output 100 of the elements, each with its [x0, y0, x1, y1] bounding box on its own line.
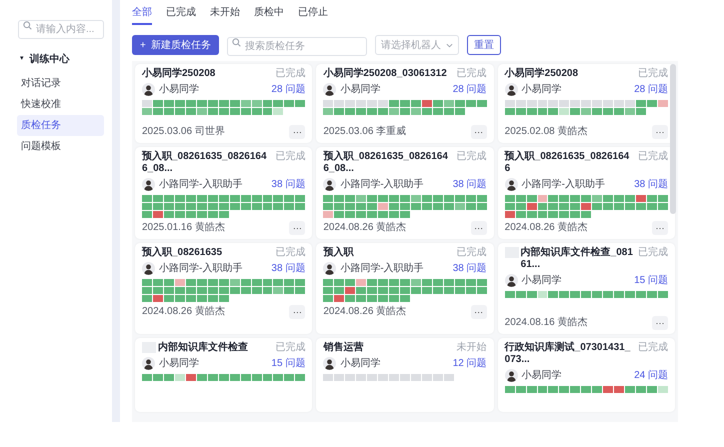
result-cell[interactable]: [262, 100, 272, 107]
result-cell[interactable]: [614, 100, 624, 107]
result-cell[interactable]: [218, 203, 229, 210]
more-button[interactable]: ···: [470, 304, 487, 318]
result-cell[interactable]: [378, 279, 388, 286]
result-cell[interactable]: [570, 386, 580, 393]
result-cell[interactable]: [186, 108, 196, 115]
result-cell[interactable]: [356, 100, 366, 107]
result-cell[interactable]: [323, 211, 334, 218]
result-cell[interactable]: [174, 211, 185, 218]
tab[interactable]: 全部: [132, 6, 152, 25]
result-cell[interactable]: [334, 374, 344, 381]
result-cell[interactable]: [476, 279, 487, 286]
result-cell[interactable]: [152, 195, 163, 202]
result-cell[interactable]: [152, 108, 163, 115]
result-cell[interactable]: [581, 100, 592, 107]
result-cell[interactable]: [208, 295, 218, 302]
result-cell[interactable]: [614, 386, 624, 393]
result-cell[interactable]: [345, 195, 356, 202]
result-cell[interactable]: [636, 195, 646, 202]
result-cell[interactable]: [186, 279, 196, 286]
result-cell[interactable]: [345, 203, 356, 210]
result-cell[interactable]: [152, 295, 163, 302]
result-cell[interactable]: [196, 295, 207, 302]
result-cell[interactable]: [345, 374, 356, 381]
result-cell[interactable]: [400, 279, 410, 286]
result-cell[interactable]: [273, 100, 284, 107]
result-cell[interactable]: [570, 291, 580, 298]
result-cell[interactable]: [476, 100, 487, 107]
result-cell[interactable]: [273, 203, 284, 210]
result-cell[interactable]: [295, 374, 306, 381]
result-cell[interactable]: [526, 195, 537, 202]
result-cell[interactable]: [240, 108, 251, 115]
result-cell[interactable]: [476, 287, 487, 294]
result-cell[interactable]: [367, 100, 378, 107]
result-cell[interactable]: [323, 374, 334, 381]
result-cell[interactable]: [389, 374, 399, 381]
result-cell[interactable]: [356, 295, 366, 302]
result-cell[interactable]: [164, 108, 174, 115]
result-cell[interactable]: [142, 287, 152, 294]
result-cell[interactable]: [454, 279, 465, 286]
result-cell[interactable]: [625, 108, 636, 115]
result-cell[interactable]: [658, 100, 668, 107]
result-cell[interactable]: [284, 195, 294, 202]
result-cell[interactable]: [142, 108, 152, 115]
result-cell[interactable]: [174, 279, 185, 286]
result-cell[interactable]: [252, 195, 262, 202]
result-cell[interactable]: [164, 211, 174, 218]
result-cell[interactable]: [164, 100, 174, 107]
result-cell[interactable]: [504, 108, 515, 115]
result-cell[interactable]: [218, 287, 229, 294]
result-cell[interactable]: [559, 108, 570, 115]
result-cell[interactable]: [218, 279, 229, 286]
result-cell[interactable]: [262, 195, 272, 202]
result-cell[interactable]: [516, 100, 526, 107]
result-cell[interactable]: [142, 211, 152, 218]
result-cell[interactable]: [603, 100, 614, 107]
result-cell[interactable]: [538, 386, 548, 393]
result-cell[interactable]: [345, 108, 356, 115]
result-cell[interactable]: [218, 211, 229, 218]
result-cell[interactable]: [196, 195, 207, 202]
result-cell[interactable]: [367, 295, 378, 302]
result-cell[interactable]: [367, 279, 378, 286]
result-cell[interactable]: [218, 295, 229, 302]
result-cell[interactable]: [466, 195, 476, 202]
result-cell[interactable]: [538, 195, 548, 202]
result-cell[interactable]: [625, 291, 636, 298]
result-cell[interactable]: [334, 287, 344, 294]
sidebar-item[interactable]: 问题模板: [17, 136, 104, 157]
result-cell[interactable]: [240, 374, 251, 381]
result-cell[interactable]: [410, 279, 421, 286]
more-button[interactable]: ···: [470, 220, 487, 234]
tab[interactable]: 未开始: [210, 6, 240, 25]
tab[interactable]: 质检中: [254, 6, 284, 25]
result-cell[interactable]: [218, 108, 229, 115]
result-cell[interactable]: [400, 100, 410, 107]
result-cell[interactable]: [410, 100, 421, 107]
result-cell[interactable]: [538, 108, 548, 115]
result-cell[interactable]: [410, 287, 421, 294]
result-cell[interactable]: [389, 108, 399, 115]
result-cell[interactable]: [444, 195, 454, 202]
result-cell[interactable]: [196, 211, 207, 218]
result-cell[interactable]: [345, 287, 356, 294]
result-cell[interactable]: [603, 108, 614, 115]
result-cell[interactable]: [186, 295, 196, 302]
search-field[interactable]: 请输入内容...: [18, 20, 104, 39]
question-count[interactable]: 38 问题: [452, 261, 487, 276]
question-count[interactable]: 38 问题: [452, 177, 487, 192]
result-cell[interactable]: [284, 287, 294, 294]
result-cell[interactable]: [378, 211, 388, 218]
result-cell[interactable]: [603, 291, 614, 298]
result-cell[interactable]: [548, 100, 558, 107]
task-card[interactable]: 预入职_08261635 已完成 小路同学-入职助手 38 问题 2024.08.26 黄皓杰 ···: [135, 243, 312, 334]
result-cell[interactable]: [262, 108, 272, 115]
result-cell[interactable]: [230, 108, 240, 115]
result-cell[interactable]: [208, 374, 218, 381]
question-count[interactable]: 38 问题: [271, 261, 306, 276]
result-cell[interactable]: [548, 291, 558, 298]
result-cell[interactable]: [559, 386, 570, 393]
result-cell[interactable]: [432, 100, 443, 107]
